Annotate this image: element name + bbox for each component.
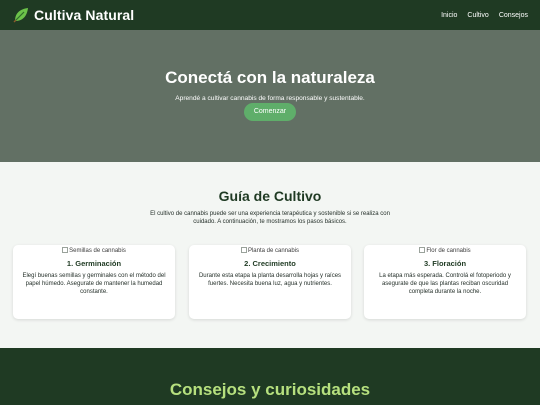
hero-subtitle: Aprendé a cultivar cannabis de forma res…: [175, 95, 365, 102]
card-text: Durante esta etapa la planta desarrolla …: [198, 273, 342, 287]
image-alt-text: Flor de cannabis: [426, 248, 471, 254]
site-header: Cultiva Natural Inicio Cultivo Consejos: [0, 0, 540, 30]
broken-image-icon: [62, 247, 69, 253]
brand[interactable]: Cultiva Natural: [12, 6, 134, 24]
card-title: 3. Floración: [423, 259, 467, 268]
broken-image-flower: Flor de cannabis: [364, 247, 526, 254]
leaf-icon: [12, 6, 30, 24]
start-button[interactable]: Comenzar: [244, 103, 296, 121]
guide-title: Guía de Cultivo: [218, 188, 322, 204]
broken-image-plant: Planta de cannabis: [189, 247, 351, 254]
nav-link-cultivo[interactable]: Cultivo: [467, 12, 488, 19]
card-title: 2. Crecimiento: [244, 259, 296, 268]
tips-section: Consejos y curiosidades: [0, 348, 540, 405]
step-card-germination: Semillas de cannabis 1. Germinación Eleg…: [13, 245, 175, 319]
hero-title: Conectá con la naturaleza: [165, 68, 375, 87]
hero-section: Conectá con la naturaleza Aprendé a cult…: [0, 30, 540, 162]
broken-image-icon: [419, 247, 426, 253]
broken-image-seeds: Semillas de cannabis: [13, 247, 175, 254]
guide-intro: El cultivo de cannabis puede ser una exp…: [150, 211, 390, 225]
guide-section: Guía de Cultivo El cultivo de cannabis p…: [0, 162, 540, 348]
step-card-growth: Planta de cannabis 2. Crecimiento Durant…: [189, 245, 351, 319]
main-nav: Inicio Cultivo Consejos: [441, 12, 528, 19]
image-alt-text: Planta de cannabis: [247, 248, 300, 254]
image-alt-text: Semillas de cannabis: [69, 248, 126, 254]
tips-title: Consejos y curiosidades: [169, 380, 371, 399]
step-card-flowering: Flor de cannabis 3. Floración La etapa m…: [364, 245, 526, 319]
card-text: Elegí buenas semillas y germinales con e…: [22, 273, 166, 295]
brand-name: Cultiva Natural: [34, 7, 135, 23]
card-text: La etapa más esperada. Controlá el fotop…: [379, 273, 511, 295]
card-title: 1. Germinación: [66, 259, 122, 268]
nav-link-consejos[interactable]: Consejos: [499, 12, 528, 19]
nav-link-inicio[interactable]: Inicio: [441, 12, 457, 19]
broken-image-icon: [240, 247, 247, 253]
